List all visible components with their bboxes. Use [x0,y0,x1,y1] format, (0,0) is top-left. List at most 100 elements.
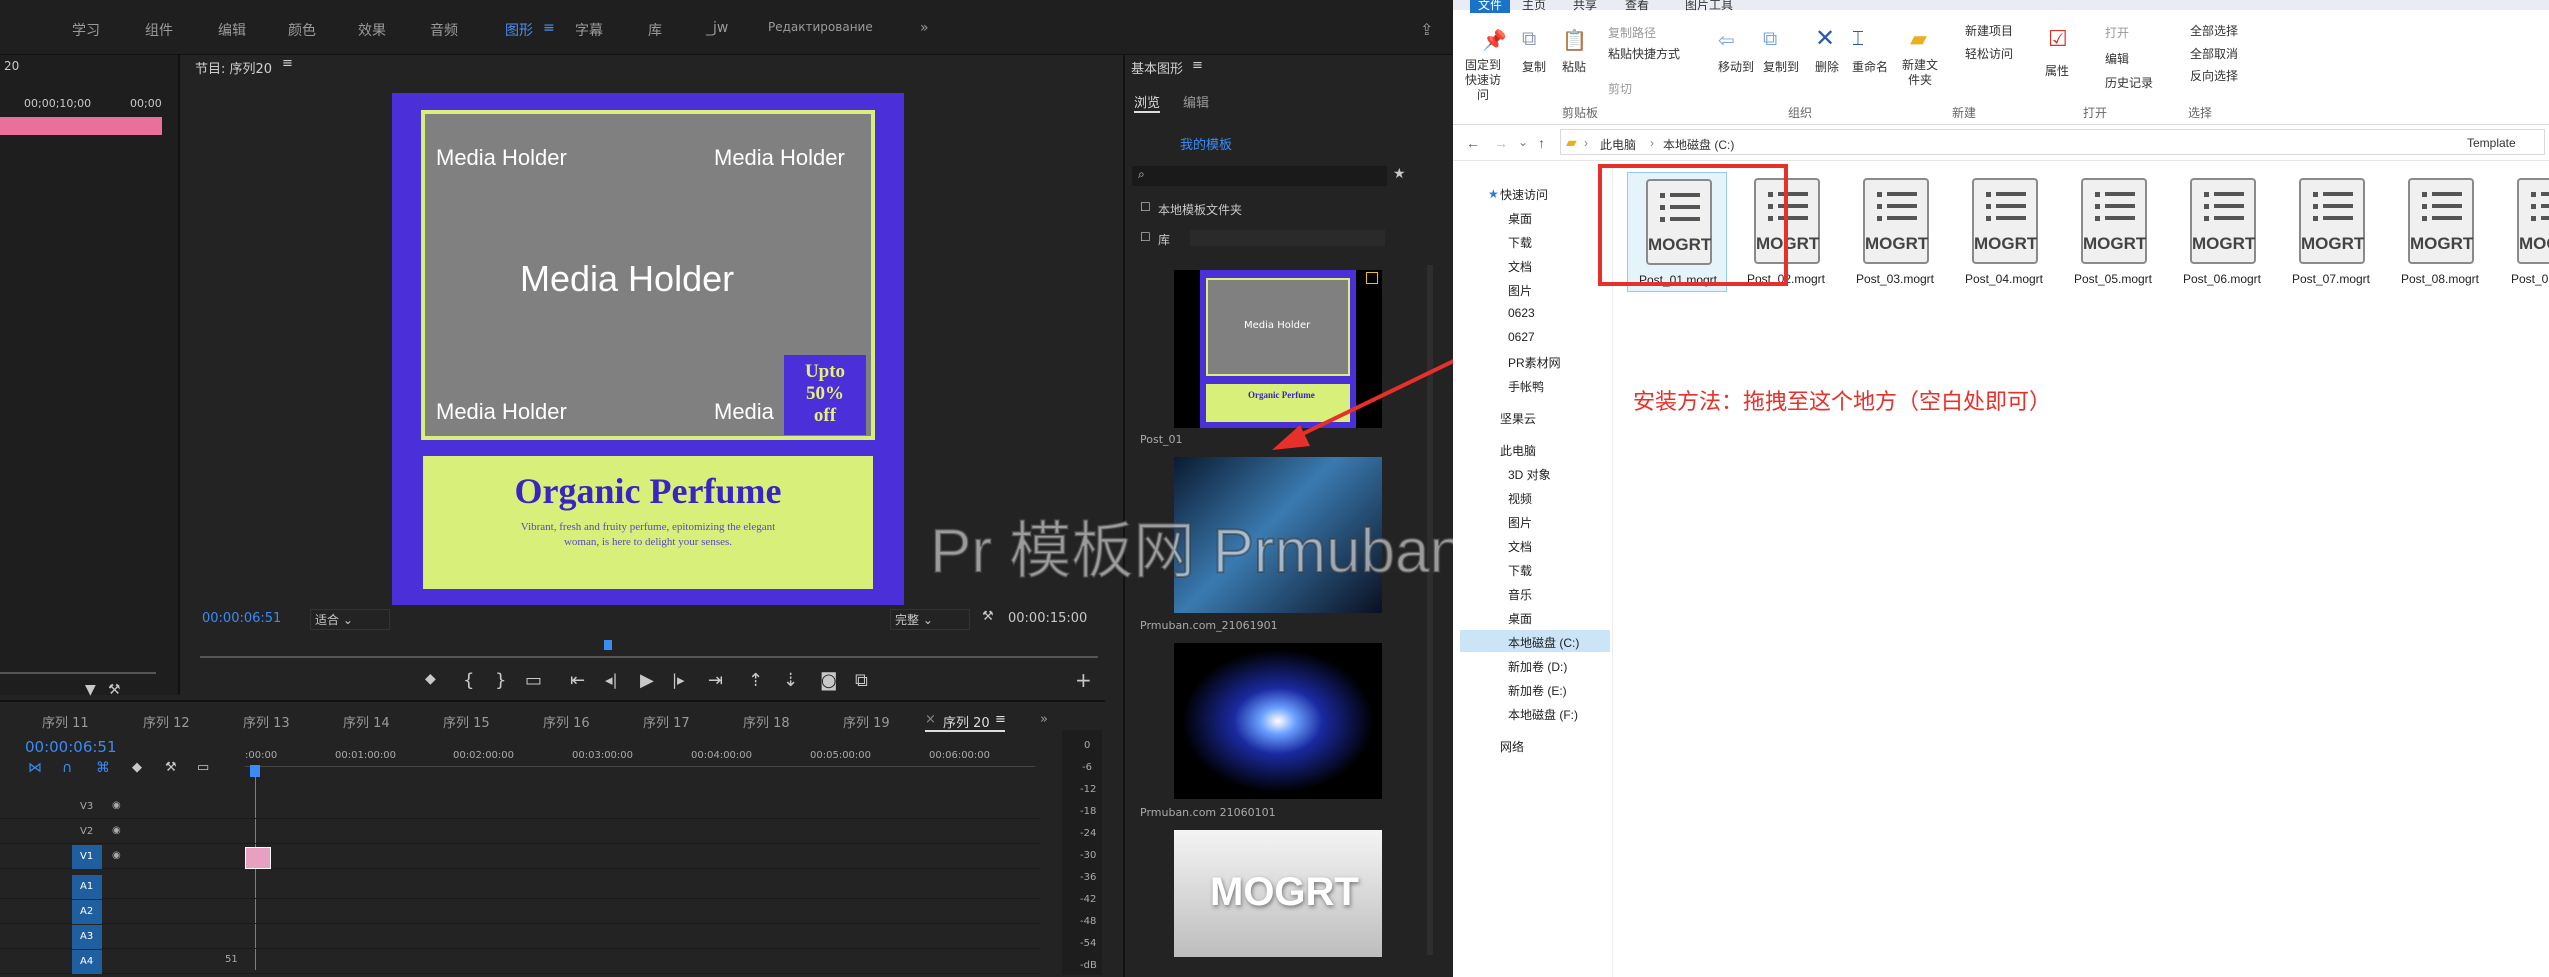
rename-button[interactable]: 重命名 [1852,58,1888,75]
workspace-learn[interactable]: 学习 [72,20,100,40]
ribbon-tab-file[interactable]: 文件 [1470,0,1511,13]
lift-icon[interactable]: ⇡ [748,670,763,691]
mark-in-icon[interactable]: { [463,670,474,691]
nav-handbook[interactable]: 手帐鸭 [1508,378,1544,395]
track-a2-label[interactable]: A2 [72,900,102,924]
track-v3-eye-icon[interactable]: ◉ [112,800,121,811]
nav-pictures[interactable]: 图片 [1508,282,1532,299]
nav-drive-e[interactable]: 新加卷 (E:) [1508,682,1567,699]
nav-documents[interactable]: 文档 [1508,258,1532,275]
timeline-menu-icon[interactable]: ≡ [995,712,1006,727]
move-to-button[interactable]: 移动到 [1718,58,1754,75]
compare-icon[interactable]: ⧉ [855,670,868,691]
select-none-button[interactable]: 全部取消 [2190,45,2238,62]
playhead-marker[interactable] [604,640,612,650]
tab-seq-20[interactable]: 序列 20 [943,712,990,731]
delete-button[interactable]: 删除 [1815,58,1839,75]
source-clip-bar[interactable] [0,117,162,135]
ribbon-tab-view[interactable]: 查看 [1625,0,1649,13]
tab-seq-11[interactable]: 序列 11 [42,712,89,731]
tab-seq-13[interactable]: 序列 13 [243,712,290,731]
template-thumb-post01[interactable]: Organic Perfume Media Holder [1174,270,1382,428]
track-v1-eye-icon[interactable]: ◉ [112,850,121,861]
track-a3-label[interactable]: A3 [72,925,102,949]
workspace-audio[interactable]: 音频 [430,20,458,40]
copy-path-button[interactable]: 复制路径 [1608,24,1656,41]
file-post06[interactable]: MOGRT Post_06.mogrt [2172,172,2272,292]
paste-shortcut-button[interactable]: 粘贴快捷方式 [1608,45,1680,62]
cut-button[interactable]: 剪切 [1608,80,1632,97]
marker-icon[interactable]: ◆ [425,671,436,687]
add-button-icon[interactable]: + [1075,668,1092,692]
tab-seq-15[interactable]: 序列 15 [443,712,490,731]
workspace-graphics[interactable]: 图形 [505,20,533,40]
workspace-editing[interactable]: 编辑 [218,20,246,40]
time-ruler[interactable]: :00:00 00:01:00:00 00:02:00:00 00:03:00:… [245,745,1035,767]
invert-selection-button[interactable]: 反向选择 [2190,67,2238,84]
program-menu-icon[interactable]: ≡ [282,56,293,71]
file-post09[interactable]: MOGRT Post_0 [2499,172,2549,292]
nav-downloads[interactable]: 下载 [1508,234,1532,251]
workspace-captions[interactable]: 字幕 [575,20,603,40]
back-icon[interactable]: ← [1466,135,1480,151]
history-button[interactable]: 历史记录 [2105,74,2153,91]
tab-seq-19[interactable]: 序列 19 [843,712,890,731]
pin-button[interactable]: 固定到快速访问 [1463,58,1503,103]
share-icon[interactable]: ⇪ [1420,20,1433,39]
wrench-icon[interactable]: ⚒ [108,682,121,698]
eg-tab-edit[interactable]: 编辑 [1183,92,1209,111]
tab-seq-14[interactable]: 序列 14 [343,712,390,731]
eg-menu-icon[interactable]: ≡ [1192,58,1203,73]
mark-out-icon[interactable]: } [495,670,506,691]
timeline-more-icon[interactable]: » [1040,712,1048,727]
nav-jianguoyun[interactable]: 坚果云 [1500,410,1536,427]
recent-icon[interactable]: ⌄ [1518,135,1528,149]
open-button[interactable]: 打开 [2105,24,2129,41]
file-post04[interactable]: MOGRT Post_04.mogrt [1954,172,2054,292]
camera-icon[interactable]: ◙ [820,670,837,691]
snap-icon[interactable]: ⋈ [28,760,42,776]
file-post08[interactable]: MOGRT Post_08.mogrt [2390,172,2490,292]
file-post03[interactable]: MOGRT Post_03.mogrt [1845,172,1945,292]
timeline-timecode[interactable]: 00:00:06:51 [25,738,117,756]
more-workspaces-icon[interactable]: » [920,20,929,36]
filter-icon[interactable]: ▼ [85,682,96,698]
workspace-color[interactable]: 颜色 [288,20,316,40]
template-thumb-mogrt[interactable]: MOGRT [1174,830,1382,957]
track-a4-label[interactable]: A4 [72,950,102,974]
breadcrumb-drive[interactable]: 本地磁盘 (C:) [1663,136,1734,153]
linked-icon[interactable]: ⌘ [96,760,110,776]
eg-scrollbar[interactable] [1427,265,1433,955]
track-v2-eye-icon[interactable]: ◉ [112,825,121,836]
source-scroll[interactable] [0,672,156,674]
insert-icon[interactable]: ▭ [525,670,542,691]
workspace-assembly[interactable]: 组件 [145,20,173,40]
extract-icon[interactable]: ⇣ [783,670,798,691]
eg-search-input[interactable] [1132,166,1387,186]
file-post05[interactable]: MOGRT Post_05.mogrt [2063,172,2163,292]
tab-seq-18[interactable]: 序列 18 [743,712,790,731]
track-a1-label[interactable]: A1 [72,875,102,899]
nav-network[interactable]: 网络 [1500,738,1524,755]
edit-button[interactable]: 编辑 [2105,50,2129,67]
program-scrubber[interactable] [200,656,1098,658]
ribbon-tab-picture-tools[interactable]: 图片工具 [1685,0,1733,13]
properties-button[interactable]: 属性 [2045,62,2069,79]
tab-seq-12[interactable]: 序列 12 [143,712,190,731]
nav-0627[interactable]: 0627 [1508,330,1535,344]
select-all-button[interactable]: 全部选择 [2190,22,2238,39]
workspace-jw[interactable]: _jw [706,20,728,36]
nav-quick-access[interactable]: 快速访问 [1500,186,1548,203]
nav-documents-2[interactable]: 文档 [1508,538,1532,555]
nav-3d-objects[interactable]: 3D 对象 [1508,466,1551,483]
add-marker-icon[interactable]: ◆ [132,760,142,775]
ribbon-tab-home[interactable]: 主页 [1522,0,1546,13]
file-post07[interactable]: MOGRT Post_07.mogrt [2281,172,2381,292]
tab-seq-17[interactable]: 序列 17 [643,712,690,731]
library-checkbox[interactable]: ☐ [1140,230,1151,244]
up-icon[interactable]: ↑ [1538,135,1545,151]
workspace-menu-icon[interactable]: ≡ [543,20,555,36]
nav-videos[interactable]: 视频 [1508,490,1532,507]
nav-drive-c[interactable]: 本地磁盘 (C:) [1508,634,1579,651]
go-to-out-icon[interactable]: ⇥ [708,670,723,691]
